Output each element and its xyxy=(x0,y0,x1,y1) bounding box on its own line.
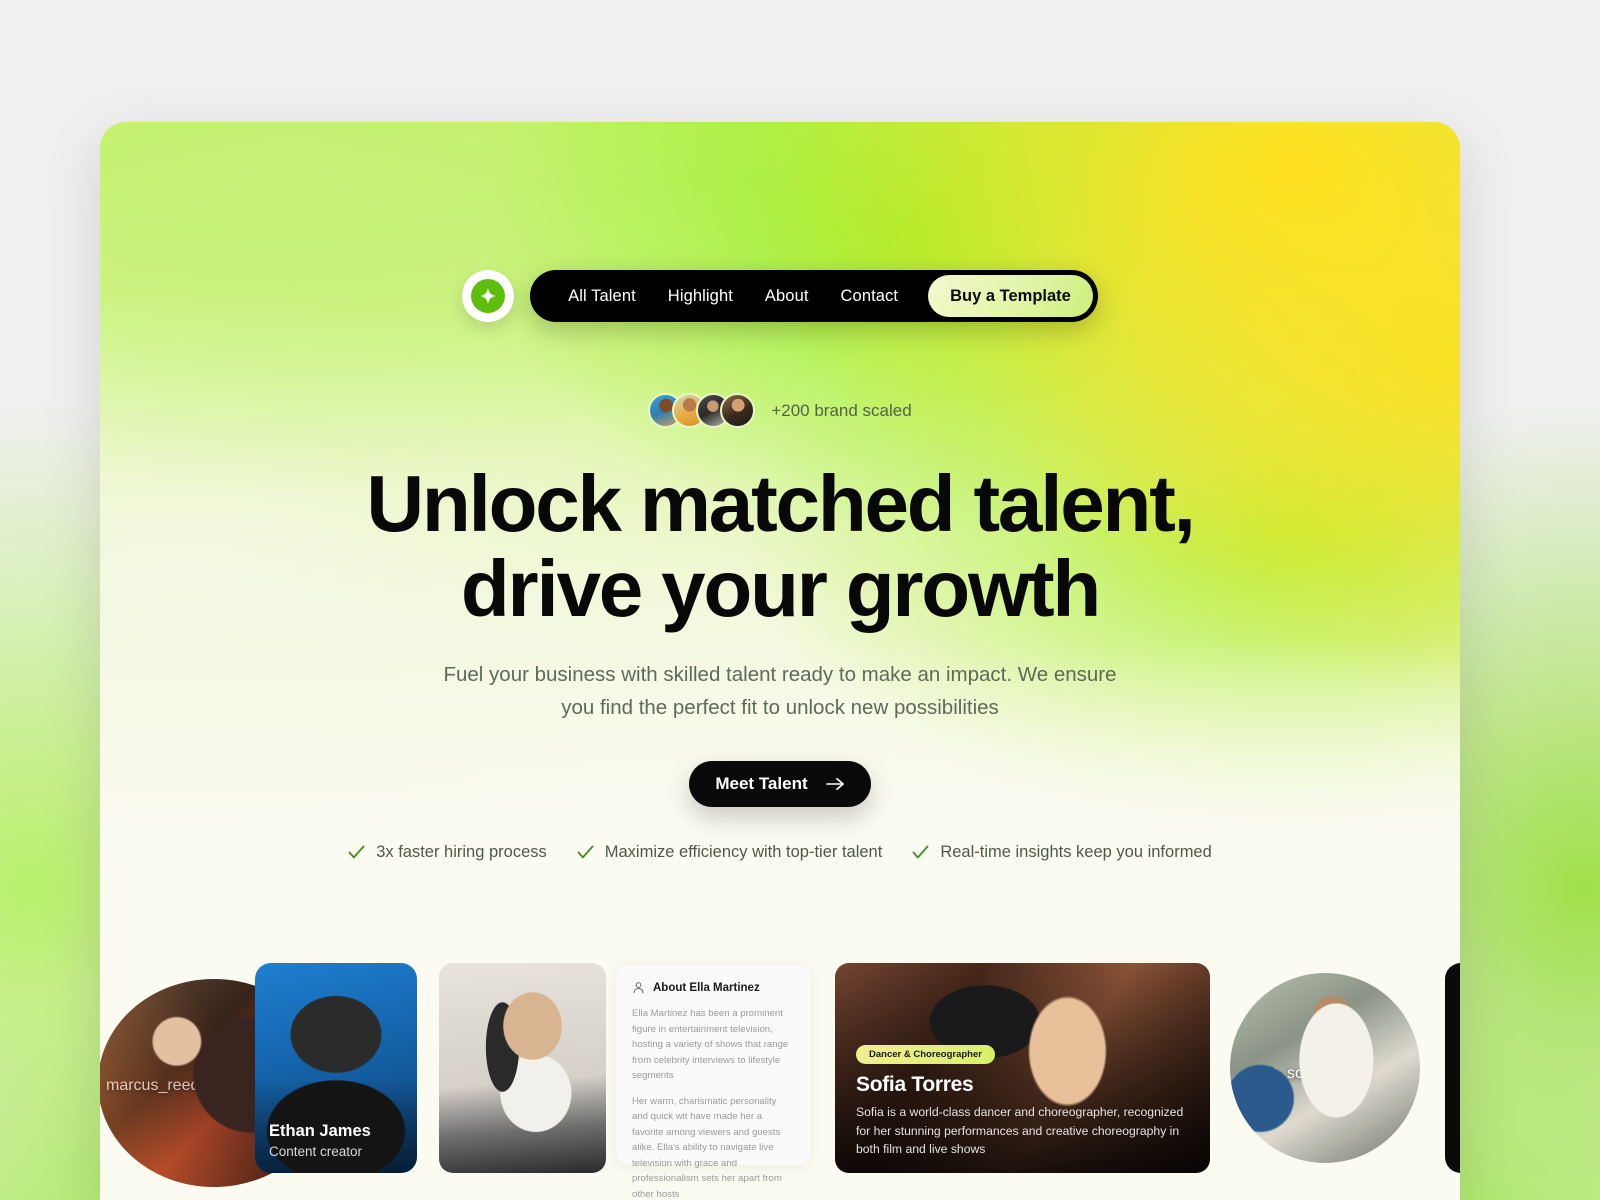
hero-subheading: Fuel your business with skilled talent r… xyxy=(100,658,1460,724)
tiktok-icon xyxy=(1270,1067,1280,1080)
check-icon xyxy=(577,845,594,859)
person-icon xyxy=(633,982,644,994)
about-paragraph-2: Her warm, charismatic personality and qu… xyxy=(632,1095,782,1200)
talent-caption: Ethan James Content creator xyxy=(269,1122,371,1159)
talent-role: Content creator xyxy=(269,1144,363,1159)
talent-showcase-strip: marcus_reed Ethan James Content creator … xyxy=(100,963,1460,1200)
headline-line-1: Unlock matched talent, xyxy=(366,459,1196,548)
subhead-line-2: you find the perfect fit to unlock new p… xyxy=(561,696,999,720)
check-icon xyxy=(348,845,365,859)
feature-item-faster-hiring: 3x faster hiring process xyxy=(348,843,547,862)
nav-link-all-talent[interactable]: All Talent xyxy=(552,270,652,322)
sparkle-icon xyxy=(479,287,497,305)
logo-button[interactable] xyxy=(462,270,515,322)
page-card: All Talent Highlight About Contact Buy a… xyxy=(100,122,1460,1200)
meet-talent-label: Meet Talent xyxy=(715,774,808,793)
feature-item-efficiency: Maximize efficiency with top-tier talent xyxy=(577,843,883,862)
nav-link-highlight[interactable]: Highlight xyxy=(652,270,749,322)
navigation-bar: All Talent Highlight About Contact Buy a… xyxy=(100,270,1460,322)
talent-username: sofia_torres xyxy=(1287,1065,1371,1082)
nav-link-about[interactable]: About xyxy=(749,270,825,322)
talent-circle-sofia[interactable]: sofia_torres xyxy=(1230,973,1420,1163)
talent-name: Ethan James xyxy=(269,1122,371,1140)
about-card-ella: About Ella Martinez Ella Martinez has be… xyxy=(616,965,811,1200)
headline-line-2: drive your growth xyxy=(460,543,1101,633)
avatar xyxy=(720,393,756,428)
feature-list: 3x faster hiring process Maximize effici… xyxy=(100,843,1460,862)
talent-card-ethan[interactable]: Ethan James Content creator xyxy=(255,963,417,1173)
logo-inner-circle xyxy=(471,279,506,313)
talent-description: Sofia is a world-class dancer and choreo… xyxy=(856,1105,1184,1157)
feature-label: Real-time insights keep you informed xyxy=(940,843,1212,861)
feature-label: 3x faster hiring process xyxy=(376,843,547,861)
nav-pill: All Talent Highlight About Contact Buy a… xyxy=(530,270,1098,322)
about-card-title: About Ella Martinez xyxy=(653,981,760,994)
subhead-line-1: Fuel your business with skilled talent r… xyxy=(443,663,1117,686)
talent-card-partial-edge[interactable] xyxy=(1445,963,1460,1173)
check-icon xyxy=(912,845,929,859)
nav-link-contact[interactable]: Contact xyxy=(825,270,915,322)
arrow-right-icon xyxy=(825,777,844,791)
buy-template-button[interactable]: Buy a Template xyxy=(928,275,1093,317)
feature-item-insights: Real-time insights keep you informed xyxy=(912,843,1212,862)
page-title: Unlock matched talent, drive your growth xyxy=(100,459,1460,633)
hero-cta-row: Meet Talent xyxy=(100,761,1460,807)
about-card-header: About Ella Martinez xyxy=(632,981,795,994)
about-paragraph-1: Ella Martinez has been a prominent figur… xyxy=(632,1008,789,1082)
talent-card-content: Dancer & Choreographer Sofia Torres Sofi… xyxy=(856,1044,1186,1159)
talent-name: Sofia Torres xyxy=(856,1073,974,1097)
feature-label: Maximize efficiency with top-tier talent xyxy=(604,843,883,861)
status-badge: Dancer & Choreographer xyxy=(856,1045,995,1065)
talent-card-sofia[interactable]: Dancer & Choreographer Sofia Torres Sofi… xyxy=(835,963,1210,1173)
social-proof-label: +200 brand scaled xyxy=(771,400,912,420)
meet-talent-button[interactable]: Meet Talent xyxy=(689,761,871,807)
social-proof: +200 brand scaled xyxy=(100,393,1460,428)
avatar-group xyxy=(648,393,756,428)
talent-photo-ella[interactable] xyxy=(439,963,606,1173)
talent-username: marcus_reed xyxy=(106,1077,200,1094)
talent-username-wrap: sofia_torres xyxy=(1268,1065,1371,1083)
